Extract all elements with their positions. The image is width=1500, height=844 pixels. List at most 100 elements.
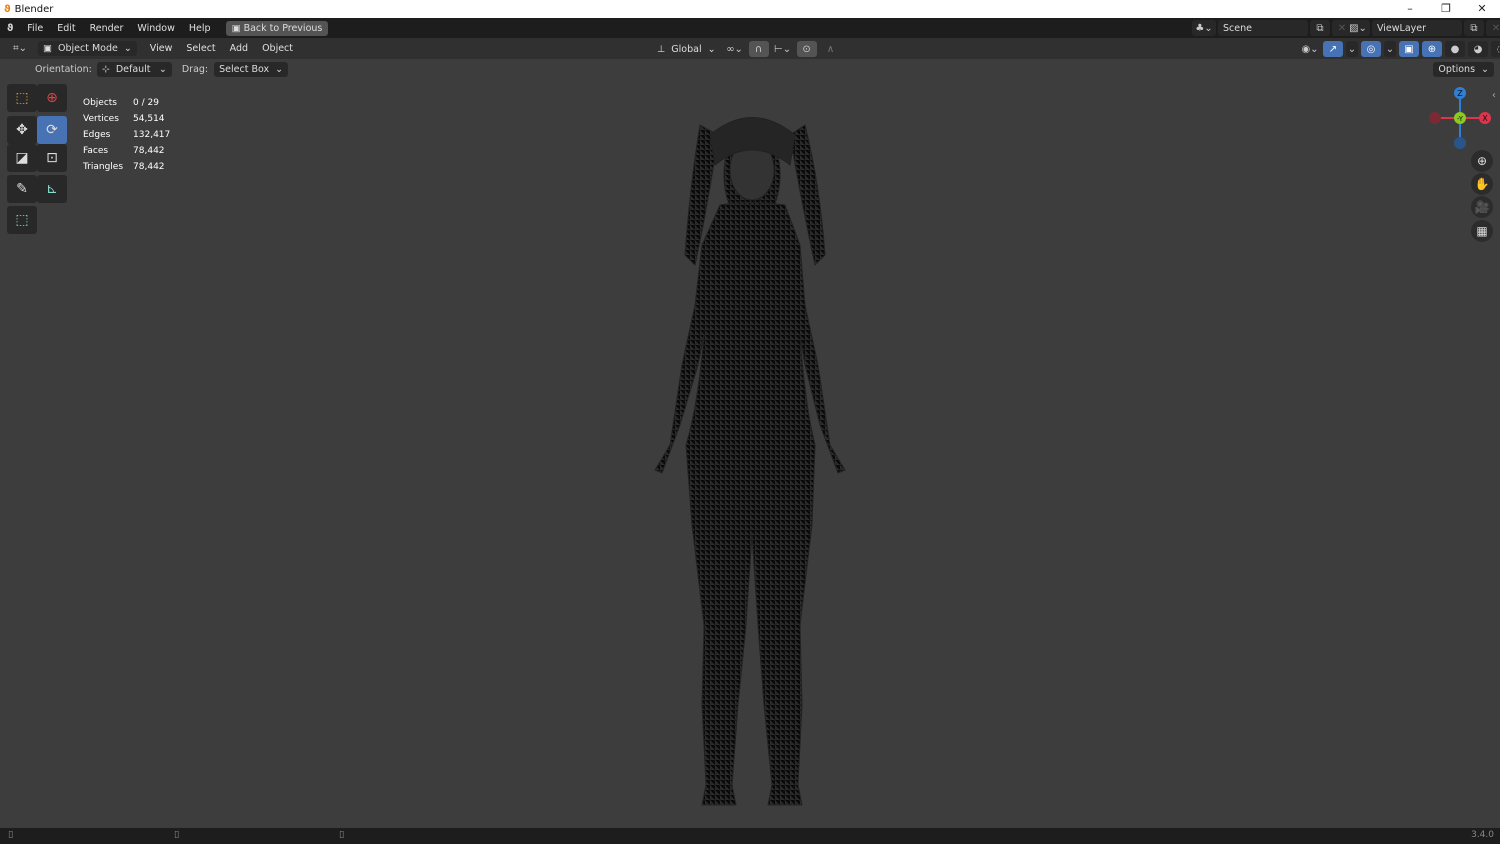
camera-view-icon[interactable]: 🎥 <box>1471 196 1493 218</box>
zoom-view-icon[interactable]: ⊕ <box>1471 150 1493 172</box>
gizmo-z-axis[interactable]: Z <box>1454 87 1466 99</box>
drag-value: Select Box <box>219 64 270 75</box>
gizmo-dropdown-icon[interactable]: ⌄ <box>1346 41 1358 57</box>
tool-settings-bar: Orientation: ⊹ Default ⌄ Drag: Select Box… <box>0 59 1500 80</box>
move-tool[interactable]: ✥ <box>7 116 37 144</box>
drag-label: Drag: <box>181 64 209 75</box>
mouse-left-icon: ▯ <box>8 829 14 840</box>
gizmo-toggle-icon[interactable]: ↗ <box>1323 41 1343 57</box>
viewport-header: ⌗⌄ ▣ Object Mode ⌄ View Select Add Objec… <box>0 38 1500 59</box>
back-to-previous-button[interactable]: ▣ Back to Previous <box>225 20 329 36</box>
restore-button[interactable]: ❐ <box>1428 0 1464 18</box>
window-titlebar: ϑ Blender – ❐ ✕ <box>0 0 1500 18</box>
delete-viewlayer-icon[interactable]: ✕ <box>1486 20 1500 36</box>
pivot-point-icon[interactable]: ∞⌄ <box>725 41 745 57</box>
sidebar-toggle-icon[interactable]: ‹ <box>1492 90 1496 101</box>
select-box-tool[interactable]: ⬚ <box>7 84 37 112</box>
stat-row: Faces 78,442 <box>83 144 178 158</box>
measure-tool[interactable]: ⊾ <box>37 175 67 203</box>
viewlayer-selector-icon[interactable]: ▨⌄ <box>1346 20 1370 36</box>
gizmo-x-label: X <box>1482 114 1488 123</box>
menu-edit[interactable]: Edit <box>50 23 82 34</box>
mouse-middle-icon: ▯ <box>174 829 180 840</box>
blender-menu-icon[interactable]: ϑ <box>0 23 20 34</box>
orientation-dropdown[interactable]: ⊹ Default ⌄ <box>96 62 172 77</box>
stat-value: 54,514 <box>133 114 165 124</box>
orthographic-toggle-icon[interactable]: ▦ <box>1471 220 1493 242</box>
options-dropdown[interactable]: Options ⌄ <box>1433 62 1494 77</box>
stat-value: 78,442 <box>133 162 165 172</box>
gizmo-z-label: Z <box>1457 89 1463 98</box>
mode-selector[interactable]: ▣ Object Mode ⌄ <box>38 41 137 56</box>
top-menubar: ϑ File Edit Render Window Help ▣ Back to… <box>0 18 1500 38</box>
new-scene-icon[interactable]: ⧉ <box>1310 20 1330 36</box>
viewlayer-field[interactable]: ViewLayer <box>1372 20 1462 36</box>
stat-label: Triangles <box>83 162 124 172</box>
close-button[interactable]: ✕ <box>1464 0 1500 18</box>
menu-view[interactable]: View <box>143 43 180 54</box>
snap-toggle-icon[interactable]: ∩ <box>748 41 769 57</box>
transform-orientation-dropdown[interactable]: ⊥ Global ⌄ <box>652 42 721 57</box>
new-viewlayer-icon[interactable]: ⧉ <box>1464 20 1484 36</box>
version-label: 3.4.0 <box>1471 830 1494 840</box>
rotate-tool[interactable]: ⟳ <box>37 116 67 144</box>
snap-target-icon[interactable]: ⊢⌄ <box>773 41 793 57</box>
shading-wireframe-icon[interactable]: ⊕ <box>1422 41 1442 57</box>
wireframe-character-model[interactable] <box>640 105 860 810</box>
stat-value: 78,442 <box>133 146 165 156</box>
stat-row: Objects 0 / 29 <box>83 96 178 110</box>
orientation-value: Default <box>115 64 151 75</box>
menu-render[interactable]: Render <box>83 23 131 34</box>
stat-row: Vertices 54,514 <box>83 112 178 126</box>
minimize-button[interactable]: – <box>1392 0 1428 18</box>
shading-rendered-icon[interactable]: ◌ <box>1491 41 1500 57</box>
status-bar: ▯ ▯ ▯ 3.4.0 <box>0 828 1500 844</box>
menu-select[interactable]: Select <box>179 43 222 54</box>
orientation-label: Global <box>671 43 702 55</box>
drag-dropdown[interactable]: Select Box ⌄ <box>214 62 289 77</box>
options-label: Options <box>1438 64 1476 75</box>
stat-row: Edges 132,417 <box>83 128 178 142</box>
scale-tool[interactable]: ◪ <box>7 144 37 172</box>
annotate-tool[interactable]: ✎ <box>7 175 37 203</box>
stat-value: 132,417 <box>133 130 171 140</box>
menu-help[interactable]: Help <box>182 23 218 34</box>
pan-view-icon[interactable]: ✋ <box>1471 173 1493 195</box>
viewlayer-name: ViewLayer <box>1377 22 1427 34</box>
orientation-label: Orientation: <box>35 64 92 75</box>
scene-statistics: Objects 0 / 29 Vertices 54,514 Edges 132,41… <box>81 94 180 176</box>
gizmo-x-axis[interactable]: X <box>1479 112 1491 124</box>
cursor-tool[interactable]: ⊕ <box>37 84 67 112</box>
xray-toggle-icon[interactable]: ▣ <box>1399 41 1419 57</box>
menu-window[interactable]: Window <box>130 23 181 34</box>
blender-logo-icon: ϑ <box>4 3 11 15</box>
back-to-previous-label: Back to Previous <box>243 22 323 34</box>
window-title: Blender <box>14 3 54 15</box>
navigation-gizmo[interactable]: Z X -Y <box>1425 85 1495 155</box>
add-cube-tool[interactable]: ⬚ <box>7 206 37 234</box>
menu-add[interactable]: Add <box>223 43 255 54</box>
scene-selector-icon[interactable]: ♣⌄ <box>1192 20 1216 36</box>
mode-label: Object Mode <box>57 43 118 54</box>
proportional-edit-icon[interactable]: ⊙ <box>796 41 817 57</box>
gizmo-y-axis[interactable]: -Y <box>1454 112 1466 124</box>
visibility-icon[interactable]: ◉⌄ <box>1300 41 1320 57</box>
editor-type-icon[interactable]: ⌗⌄ <box>8 41 32 57</box>
gizmo-y-label: -Y <box>1457 115 1464 123</box>
menu-object[interactable]: Object <box>255 43 300 54</box>
stat-label: Faces <box>83 146 109 156</box>
falloff-icon[interactable]: ∧ <box>821 41 841 57</box>
scene-name: Scene <box>1223 22 1252 34</box>
shading-material-icon[interactable]: ◕ <box>1468 41 1488 57</box>
menu-file[interactable]: File <box>20 23 50 34</box>
stat-value: 0 / 29 <box>133 98 159 108</box>
transform-tool[interactable]: ⊡ <box>37 144 67 172</box>
stat-row: Triangles 78,442 <box>83 160 178 174</box>
stat-label: Objects <box>83 98 118 108</box>
stat-label: Edges <box>83 130 111 140</box>
shading-solid-icon[interactable]: ● <box>1445 41 1465 57</box>
overlay-toggle-icon[interactable]: ◎ <box>1361 41 1381 57</box>
scene-field[interactable]: Scene <box>1218 20 1308 36</box>
overlay-dropdown-icon[interactable]: ⌄ <box>1384 41 1396 57</box>
stat-label: Vertices <box>83 114 119 124</box>
